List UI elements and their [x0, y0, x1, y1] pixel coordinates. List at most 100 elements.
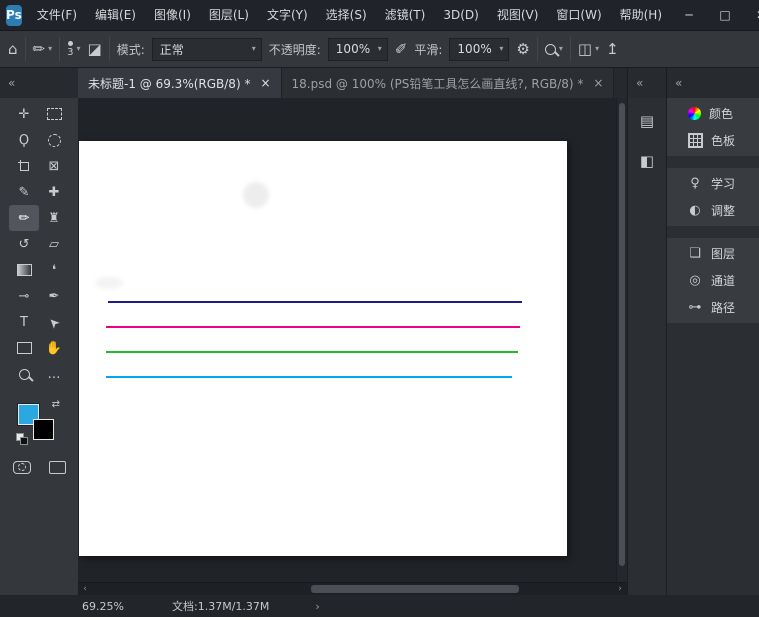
collapse-tools-icon[interactable]: «	[8, 76, 15, 90]
tool-preset-picker[interactable]: ✏ ▾	[33, 40, 53, 58]
channels-icon: ◎	[689, 273, 701, 288]
menu-type[interactable]: 文字(Y)	[258, 0, 317, 30]
divider	[536, 37, 538, 61]
clone-stamp-tool[interactable]: ♜	[39, 205, 69, 231]
menu-select[interactable]: 选择(S)	[317, 0, 376, 30]
collapsed-panel-a-icon[interactable]: ▤	[634, 108, 660, 134]
menu-image[interactable]: 图像(I)	[145, 0, 200, 30]
vscroll-thumb[interactable]	[619, 103, 625, 566]
color-swatch-widget: ⇄	[16, 399, 62, 445]
rectangular-marquee-tool[interactable]	[39, 101, 69, 127]
shape-tool[interactable]	[9, 335, 39, 361]
canvas-area[interactable]	[78, 98, 627, 582]
panel-tab-swatches[interactable]: 色板	[667, 127, 759, 154]
search-icon	[544, 43, 556, 55]
swap-colors-icon[interactable]: ⇄	[52, 399, 60, 410]
panel-tab-learn[interactable]: ♀ 学习	[667, 170, 759, 197]
mode-select[interactable]: 正常 ▾	[151, 37, 262, 61]
smoothing-gear-icon[interactable]: ⚙	[516, 41, 529, 57]
zoom-level[interactable]: 69.25%	[82, 600, 172, 613]
panel-tab-color[interactable]: 颜色	[667, 100, 759, 127]
hand-tool[interactable]: ✋	[39, 335, 69, 361]
collapsed-panel-icons: ▤ ◧	[628, 98, 666, 174]
menu-filter[interactable]: 滤镜(T)	[376, 0, 435, 30]
background-color[interactable]	[33, 419, 54, 440]
eyedropper-tool[interactable]: ✎	[9, 179, 39, 205]
menu-help[interactable]: 帮助(H)	[611, 0, 671, 30]
panel-label: 色板	[711, 134, 736, 148]
frame-tool[interactable]: ⊠	[39, 153, 69, 179]
more-tools[interactable]: …	[39, 361, 69, 387]
panel-label: 通道	[711, 274, 736, 288]
divider	[108, 37, 110, 61]
hscroll-thumb[interactable]	[310, 585, 520, 593]
hscroll-track[interactable]	[92, 583, 613, 595]
history-brush-tool[interactable]: ↺	[9, 231, 39, 257]
smoothing-input[interactable]: 100% ▾	[449, 37, 510, 61]
quick-selection-tool[interactable]	[39, 127, 69, 153]
panel-group: ❏ 图层 ◎ 通道 ⊶ 路径	[667, 238, 759, 323]
menu-view[interactable]: 视图(V)	[488, 0, 548, 30]
pencil-tool[interactable]: ✏	[9, 205, 39, 231]
vertical-scrollbar[interactable]	[616, 98, 627, 582]
workspace-switcher[interactable]: ◫ ▾	[578, 41, 599, 57]
quick-selection-tool-icon	[47, 133, 61, 147]
brush-size-value: 3	[67, 46, 74, 58]
lasso-tool[interactable]: Ϙ	[9, 127, 39, 153]
shape-tool-icon	[16, 342, 32, 354]
type-tool-icon: T	[20, 314, 28, 330]
zoom-tool[interactable]	[9, 361, 39, 387]
healing-brush-tool[interactable]: ✚	[39, 179, 69, 205]
crop-tool[interactable]	[9, 153, 39, 179]
blur-tool[interactable]: ❛	[39, 257, 69, 283]
opacity-input[interactable]: 100% ▾	[327, 37, 388, 61]
minimize-button[interactable]: ─	[671, 0, 707, 30]
status-chevron-icon[interactable]: ›	[315, 600, 319, 613]
scroll-left-icon[interactable]: ‹	[78, 584, 92, 594]
canvas-page[interactable]	[79, 141, 567, 556]
chevron-down-icon: ▾	[48, 44, 53, 53]
mode-label: 模式:	[116, 42, 145, 57]
mode-value: 正常	[159, 42, 184, 57]
screen-mode-button[interactable]	[48, 461, 66, 474]
panel-tab-adjustments[interactable]: ◐ 调整	[667, 197, 759, 224]
tab-close-icon[interactable]: ×	[593, 76, 603, 90]
scroll-right-icon[interactable]: ›	[613, 584, 627, 594]
dodge-tool[interactable]: ⊸	[9, 283, 39, 309]
quick-mask-button[interactable]	[12, 461, 31, 474]
type-tool[interactable]: T	[9, 309, 39, 335]
pen-tool[interactable]: ✒	[39, 283, 69, 309]
panel-tab-layers[interactable]: ❏ 图层	[667, 240, 759, 267]
home-icon[interactable]: ⌂	[8, 41, 18, 57]
menu-file[interactable]: 文件(F)	[28, 0, 86, 30]
panel-tab-channels[interactable]: ◎ 通道	[667, 267, 759, 294]
tool-grid: ✛ Ϙ ⊠ ✎ ✚ ✏ ♜ ↺ ▱ ❛ ⊸ ✒ T ➤ ✋…	[0, 98, 78, 387]
close-button[interactable]: ✕	[743, 0, 759, 30]
eraser-tool[interactable]: ▱	[39, 231, 69, 257]
tab-close-icon[interactable]: ×	[260, 76, 270, 90]
gradient-tool[interactable]	[9, 257, 39, 283]
move-tool[interactable]: ✛	[9, 101, 39, 127]
horizontal-scrollbar[interactable]: ‹ ›	[78, 582, 627, 595]
share-icon[interactable]: ↥	[606, 41, 619, 57]
tab-untitled-1[interactable]: 未标题-1 @ 69.3%(RGB/8) * ×	[78, 68, 282, 98]
collapse-panels-icon[interactable]: «	[675, 76, 682, 90]
menu-3d[interactable]: 3D(D)	[434, 0, 487, 30]
collapsed-panel-b-icon[interactable]: ◧	[634, 148, 660, 174]
collapsed-dock-header: «	[628, 68, 666, 98]
pressure-opacity-icon[interactable]: ✐	[395, 41, 408, 57]
path-selection-tool[interactable]: ➤	[39, 309, 69, 335]
menu-window[interactable]: 窗口(W)	[547, 0, 610, 30]
brush-preset-picker[interactable]: 3 ▾	[67, 40, 81, 58]
collapse-dock-icon[interactable]: «	[636, 76, 643, 90]
menu-layer[interactable]: 图层(L)	[200, 0, 258, 30]
document-info: 文档:1.37M/1.37M	[172, 600, 270, 613]
brush-settings-panel-icon[interactable]: ◪	[88, 41, 102, 57]
maximize-button[interactable]: □	[707, 0, 743, 30]
status-bar: 69.25% 文档:1.37M/1.37M ›	[0, 595, 759, 617]
search-button[interactable]: ▾	[544, 43, 563, 55]
menu-edit[interactable]: 编辑(E)	[86, 0, 145, 30]
panel-tab-paths[interactable]: ⊶ 路径	[667, 294, 759, 321]
default-colors-icon[interactable]	[16, 433, 28, 445]
tab-18-psd[interactable]: 18.psd @ 100% (PS铅笔工具怎么画直线?, RGB/8) * ×	[281, 68, 615, 98]
